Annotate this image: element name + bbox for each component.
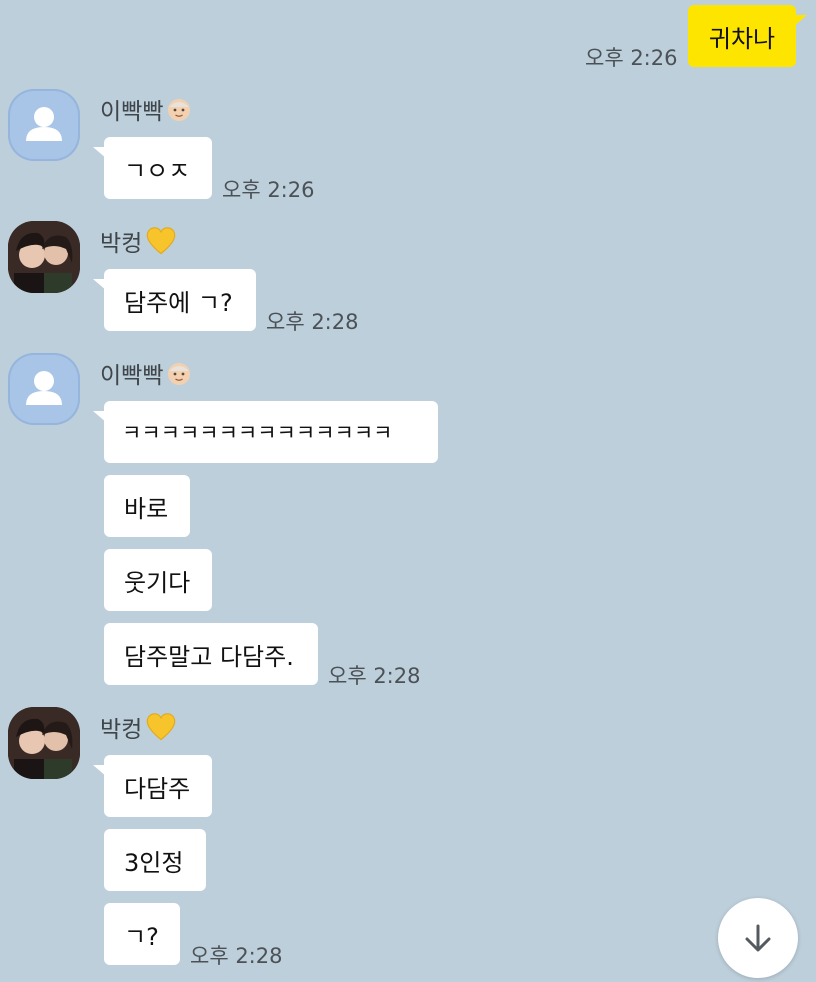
default-profile-avatar[interactable] <box>8 89 80 161</box>
arrow-down-icon <box>745 924 771 952</box>
message-time: 오후 2:28 <box>328 664 421 688</box>
message-bubble[interactable]: ㄱ? <box>104 903 180 965</box>
sender-name: 이빡빡 <box>100 92 193 126</box>
scroll-to-bottom-button[interactable] <box>718 898 798 978</box>
message-time: 오후 2:28 <box>190 944 283 968</box>
sender-name: 박컹 <box>100 224 178 258</box>
profile-photo-avatar[interactable] <box>8 707 80 779</box>
sender-name-text: 박컹 <box>100 717 143 743</box>
message-time: 오후 2:26 <box>222 178 315 202</box>
message-bubble[interactable]: 3인정 <box>104 829 206 891</box>
sender-name: 박컹 <box>100 710 178 744</box>
message-time: 오후 2:26 <box>585 46 678 70</box>
person-silhouette-icon <box>26 107 62 141</box>
message-bubble[interactable]: 담주에 ㄱ? <box>93 269 256 331</box>
message-bubble[interactable]: ㄱㅇㅈ <box>93 137 212 199</box>
message-bubble[interactable]: ㅋㅋㅋㅋㅋㅋㅋㅋㅋㅋㅋㅋㅋㅋ <box>93 401 438 463</box>
older-person-emoji-icon <box>168 99 191 121</box>
profile-photo-avatar[interactable] <box>8 221 80 293</box>
sender-name: 이빡빡 <box>100 356 193 390</box>
person-silhouette-icon <box>26 371 62 405</box>
older-person-emoji-icon <box>168 363 191 385</box>
sender-name-text: 이빡빡 <box>100 99 164 125</box>
default-profile-avatar[interactable] <box>8 353 80 425</box>
message-bubble[interactable]: 다담주 <box>93 755 212 817</box>
message-bubble[interactable]: 담주말고 다담주. <box>104 623 318 685</box>
yellow-heart-emoji-icon <box>147 227 176 255</box>
profile-photo-icon <box>8 707 80 779</box>
message-bubble[interactable]: 바로 <box>104 475 190 537</box>
profile-photo-icon <box>8 221 80 293</box>
message-time: 오후 2:28 <box>266 310 359 334</box>
my-message-bubble[interactable]: 귀차나 <box>688 5 807 67</box>
sender-name-text: 박컹 <box>100 231 143 257</box>
sender-name-text: 이빡빡 <box>100 363 164 389</box>
message-bubble[interactable]: 웃기다 <box>104 549 212 611</box>
yellow-heart-emoji-icon <box>147 713 176 741</box>
